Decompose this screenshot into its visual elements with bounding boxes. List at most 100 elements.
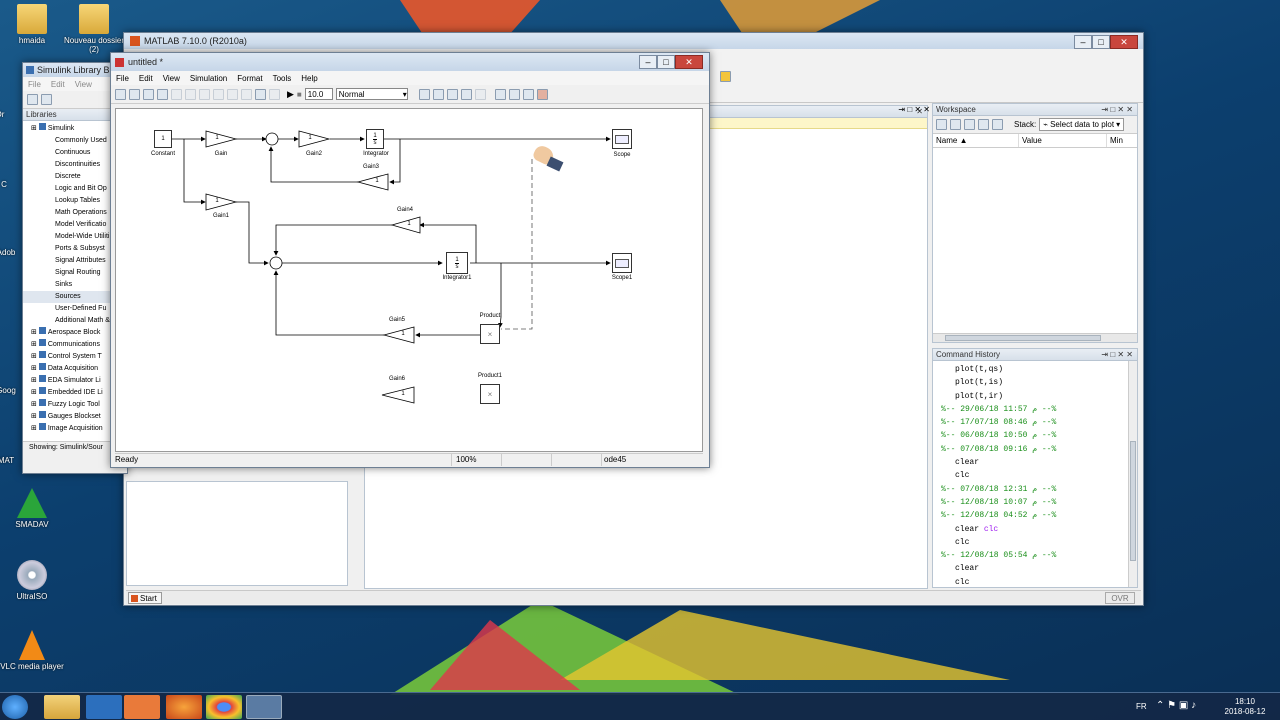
stop-icon[interactable]: ■ [297, 90, 302, 99]
chrome-icon[interactable] [206, 695, 242, 719]
folder-browse-icon[interactable] [720, 71, 731, 82]
minimize-button[interactable]: – [1074, 35, 1092, 49]
model-canvas[interactable]: 1 Constant 1 Gain 1 Gain2 1 s Integrator… [115, 108, 703, 452]
menu-tools[interactable]: Tools [268, 74, 297, 83]
scope1-block[interactable] [612, 253, 632, 273]
expand-toggle-icon[interactable]: ⊞ [31, 329, 39, 336]
history-entry[interactable]: clc [937, 469, 1137, 482]
minimize-button[interactable]: – [639, 55, 657, 69]
menu-simulation[interactable]: Simulation [185, 74, 232, 83]
history-entry[interactable]: clear clc [937, 523, 1137, 536]
expand-toggle-icon[interactable]: ⊞ [31, 425, 39, 432]
refresh-icon[interactable] [446, 88, 458, 100]
update-diagram-icon[interactable] [418, 88, 430, 100]
model-titlebar[interactable]: untitled * [111, 53, 709, 71]
history-entry[interactable]: %-- م 04:52 12/08/18 --% [937, 509, 1137, 522]
menu-edit[interactable]: Edit [46, 80, 70, 89]
open-icon[interactable] [129, 88, 140, 100]
tray-icons[interactable]: ⌃ ⚑ ▣ ♪ [1156, 700, 1196, 711]
import-data-icon[interactable] [964, 119, 975, 130]
expand-toggle-icon[interactable]: ⊞ [31, 377, 39, 384]
sim-mode-select[interactable]: Normal ▾ [335, 88, 408, 100]
redo-icon[interactable] [269, 88, 280, 100]
workspace-col-value[interactable]: Value [1019, 134, 1107, 147]
expand-toggle-icon[interactable]: ⊞ [31, 125, 39, 132]
media-player-icon[interactable] [124, 695, 160, 719]
library-browser-icon[interactable] [494, 88, 506, 100]
undo-icon[interactable] [255, 88, 266, 100]
history-entry[interactable]: %-- م 10:50 06/08/18 --% [937, 429, 1137, 442]
workspace-col-min[interactable]: Min [1107, 134, 1123, 147]
history-entry[interactable]: %-- م 10:07 12/08/18 --% [937, 496, 1137, 509]
model-advisor-icon[interactable] [536, 88, 548, 100]
history-entry[interactable]: %-- م 08:46 17/07/18 --% [937, 416, 1137, 429]
maximize-button[interactable]: □ [1092, 35, 1110, 49]
copy-icon[interactable] [185, 88, 196, 100]
file-explorer-icon[interactable] [44, 695, 80, 719]
expand-toggle-icon[interactable]: ⊞ [31, 401, 39, 408]
stop-time-input[interactable]: 10.0 [304, 88, 333, 100]
desktop-icon-ultraiso[interactable]: UltraISO [0, 560, 64, 601]
menu-view[interactable]: View [70, 80, 97, 89]
expand-toggle-icon[interactable]: ⊞ [31, 353, 39, 360]
history-entry[interactable]: %-- م 09:16 07/08/18 --% [937, 443, 1137, 456]
build-icon[interactable] [432, 88, 444, 100]
panel-controls[interactable]: ⇥ □ ✕ ✕ [1101, 104, 1133, 115]
scrollbar-thumb[interactable] [945, 335, 1101, 341]
menu-format[interactable]: Format [232, 74, 267, 83]
new-icon[interactable] [115, 88, 126, 100]
start-button[interactable]: Start [128, 592, 162, 604]
cut-icon[interactable] [171, 88, 182, 100]
history-entry[interactable]: clc [937, 576, 1137, 587]
panel-controls[interactable]: ⇥ □ ✕ ✕ [874, 105, 930, 117]
workspace-scrollbar[interactable] [933, 333, 1137, 342]
desktop-icon-smadav[interactable]: SMADAV [0, 488, 64, 529]
history-entry[interactable]: plot(t,qs) [937, 363, 1137, 376]
product-block[interactable]: × [480, 324, 500, 344]
debug-icon[interactable] [460, 88, 472, 100]
history-entry[interactable]: %-- م 11:57 29/06/18 --% [937, 403, 1137, 416]
matlab-titlebar[interactable]: MATLAB 7.10.0 (R2010a) [124, 33, 1143, 49]
desktop-icon-vlc[interactable]: VLC media player [0, 630, 64, 671]
save-icon[interactable] [978, 119, 989, 130]
expand-toggle-icon[interactable]: ⊞ [31, 365, 39, 372]
menu-file[interactable]: File [23, 80, 46, 89]
panel-controls[interactable]: ⇥ □ ✕ ✕ [1101, 349, 1133, 360]
menu-view[interactable]: View [158, 74, 185, 83]
play-icon[interactable]: ▶ [287, 89, 294, 100]
expand-toggle-icon[interactable]: ⊞ [31, 389, 39, 396]
menu-help[interactable]: Help [296, 74, 322, 83]
menu-edit[interactable]: Edit [134, 74, 158, 83]
back-icon[interactable] [213, 88, 224, 100]
up-icon[interactable] [241, 88, 252, 100]
plot-selector[interactable]: ⌁ Select data to plot ▾ [1039, 118, 1125, 131]
new-model-icon[interactable] [27, 94, 38, 105]
history-entry[interactable]: clc [937, 536, 1137, 549]
desktop-icon-nouveau-dossier[interactable]: Nouveau dossier (2) [62, 4, 126, 54]
history-entry[interactable]: %-- م 12:31 07/08/18 --% [937, 483, 1137, 496]
history-entry[interactable]: plot(t,is) [937, 376, 1137, 389]
new-variable-icon[interactable] [936, 119, 947, 130]
print-icon[interactable] [157, 88, 168, 100]
history-entry[interactable]: clear [937, 456, 1137, 469]
menu-file[interactable]: File [111, 74, 134, 83]
profile-icon[interactable] [474, 88, 486, 100]
history-entry[interactable]: clear [937, 562, 1137, 575]
open-variable-icon[interactable] [950, 119, 961, 130]
delete-icon[interactable] [992, 119, 1003, 130]
product1-block[interactable]: × [480, 384, 500, 404]
debugger-icon[interactable] [522, 88, 534, 100]
language-indicator[interactable]: FR [1136, 702, 1147, 711]
model-explorer-icon[interactable] [508, 88, 520, 100]
firefox-icon[interactable] [166, 695, 202, 719]
expand-toggle-icon[interactable]: ⊞ [31, 341, 39, 348]
save-icon[interactable] [143, 88, 154, 100]
close-button[interactable]: ✕ [1110, 35, 1138, 49]
desktop-icon-hmaida[interactable]: hmaida [0, 4, 64, 45]
history-entry[interactable]: %-- م 05:54 12/08/18 --% [937, 549, 1137, 562]
paste-icon[interactable] [199, 88, 210, 100]
scope-block[interactable] [612, 129, 632, 149]
matlab-taskbar-icon[interactable] [246, 695, 282, 719]
integrator1-block[interactable]: 1 s [446, 252, 468, 274]
expand-toggle-icon[interactable]: ⊞ [31, 413, 39, 420]
